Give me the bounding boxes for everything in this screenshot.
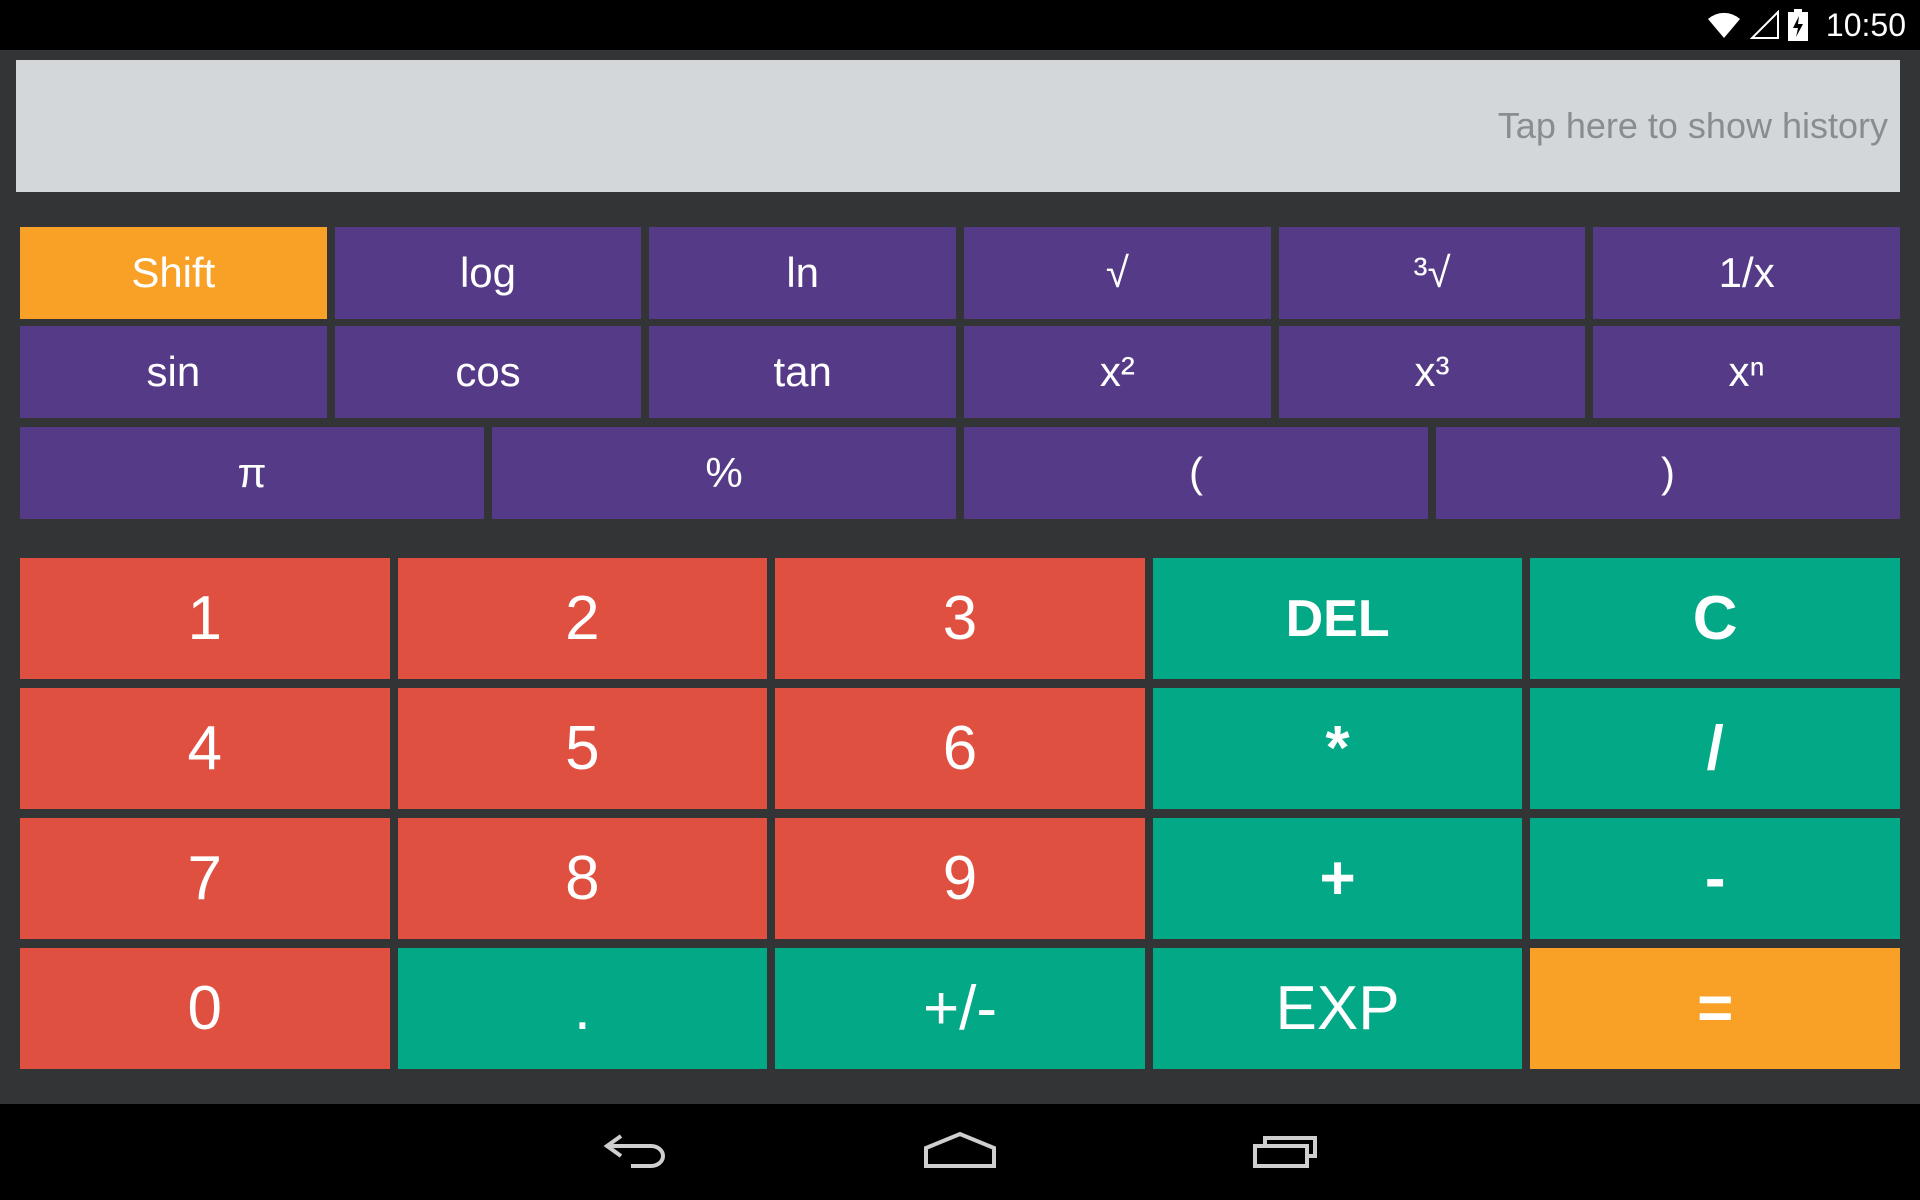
tan-button[interactable]: tan [649,326,957,418]
wifi-icon [1706,10,1742,40]
open-paren-button[interactable]: ( [964,427,1428,519]
digit-6-button[interactable]: 6 [775,688,1145,809]
shift-button[interactable]: Shift [20,227,327,319]
battery-charging-icon [1787,9,1808,41]
digit-8-button[interactable]: 8 [397,818,768,939]
status-icons: 10:50 [1706,0,1906,50]
digit-9-button[interactable]: 9 [775,818,1145,939]
cos-button[interactable]: cos [334,326,642,418]
recent-apps-button[interactable] [1236,1124,1336,1180]
digit-0-button[interactable]: 0 [20,948,390,1069]
recent-apps-icon [1251,1130,1321,1175]
delete-button[interactable]: DEL [1152,558,1523,679]
calculator-app: Tap here to show history Shift log ln √ … [0,50,1920,1104]
digit-4-button[interactable]: 4 [20,688,390,809]
divide-button[interactable]: / [1530,688,1900,809]
decimal-button[interactable]: . [397,948,768,1069]
keypad-row-2: 4 5 6 * / [20,688,1900,809]
cube-button[interactable]: x³ [1278,326,1586,418]
scientific-row-1: Shift log ln √ ³√ 1/x [20,227,1901,319]
sqrt-button[interactable]: √ [964,227,1271,319]
ln-button[interactable]: ln [649,227,957,319]
digit-1-button[interactable]: 1 [20,558,390,679]
home-icon [922,1130,998,1175]
keypad-row-4: 0 . +/- EXP = [20,948,1900,1069]
digit-2-button[interactable]: 2 [397,558,768,679]
power-button[interactable]: xⁿ [1593,326,1901,418]
close-paren-button[interactable]: ) [1436,427,1900,519]
navigation-bar [0,1104,1920,1200]
signal-icon [1749,10,1780,40]
back-icon [601,1130,671,1175]
exp-button[interactable]: EXP [1152,948,1523,1069]
cube-root-button[interactable]: ³√ [1278,227,1586,319]
back-button[interactable] [586,1124,686,1180]
scientific-row-3: π % ( ) [20,427,1900,519]
pi-button[interactable]: π [20,427,484,519]
equals-button[interactable]: = [1530,948,1900,1069]
multiply-button[interactable]: * [1152,688,1523,809]
keypad-row-3: 7 8 9 + - [20,818,1900,939]
percent-button[interactable]: % [492,427,956,519]
status-time: 10:50 [1825,6,1906,43]
status-bar: 10:50 [0,0,1920,50]
digit-7-button[interactable]: 7 [20,818,390,939]
history-hint: Tap here to show history [1497,105,1888,146]
digit-3-button[interactable]: 3 [775,558,1145,679]
reciprocal-button[interactable]: 1/x [1593,227,1901,319]
calculator-display[interactable]: Tap here to show history [16,60,1900,192]
sign-toggle-button[interactable]: +/- [775,948,1145,1069]
clear-button[interactable]: C [1530,558,1900,679]
square-button[interactable]: x² [964,326,1271,418]
log-button[interactable]: log [334,227,642,319]
home-button[interactable] [910,1124,1010,1180]
sin-button[interactable]: sin [20,326,327,418]
keypad-row-1: 1 2 3 DEL C [20,558,1900,679]
subtract-button[interactable]: - [1530,818,1900,939]
add-button[interactable]: + [1152,818,1523,939]
digit-5-button[interactable]: 5 [397,688,768,809]
scientific-row-2: sin cos tan x² x³ xⁿ [20,326,1901,418]
